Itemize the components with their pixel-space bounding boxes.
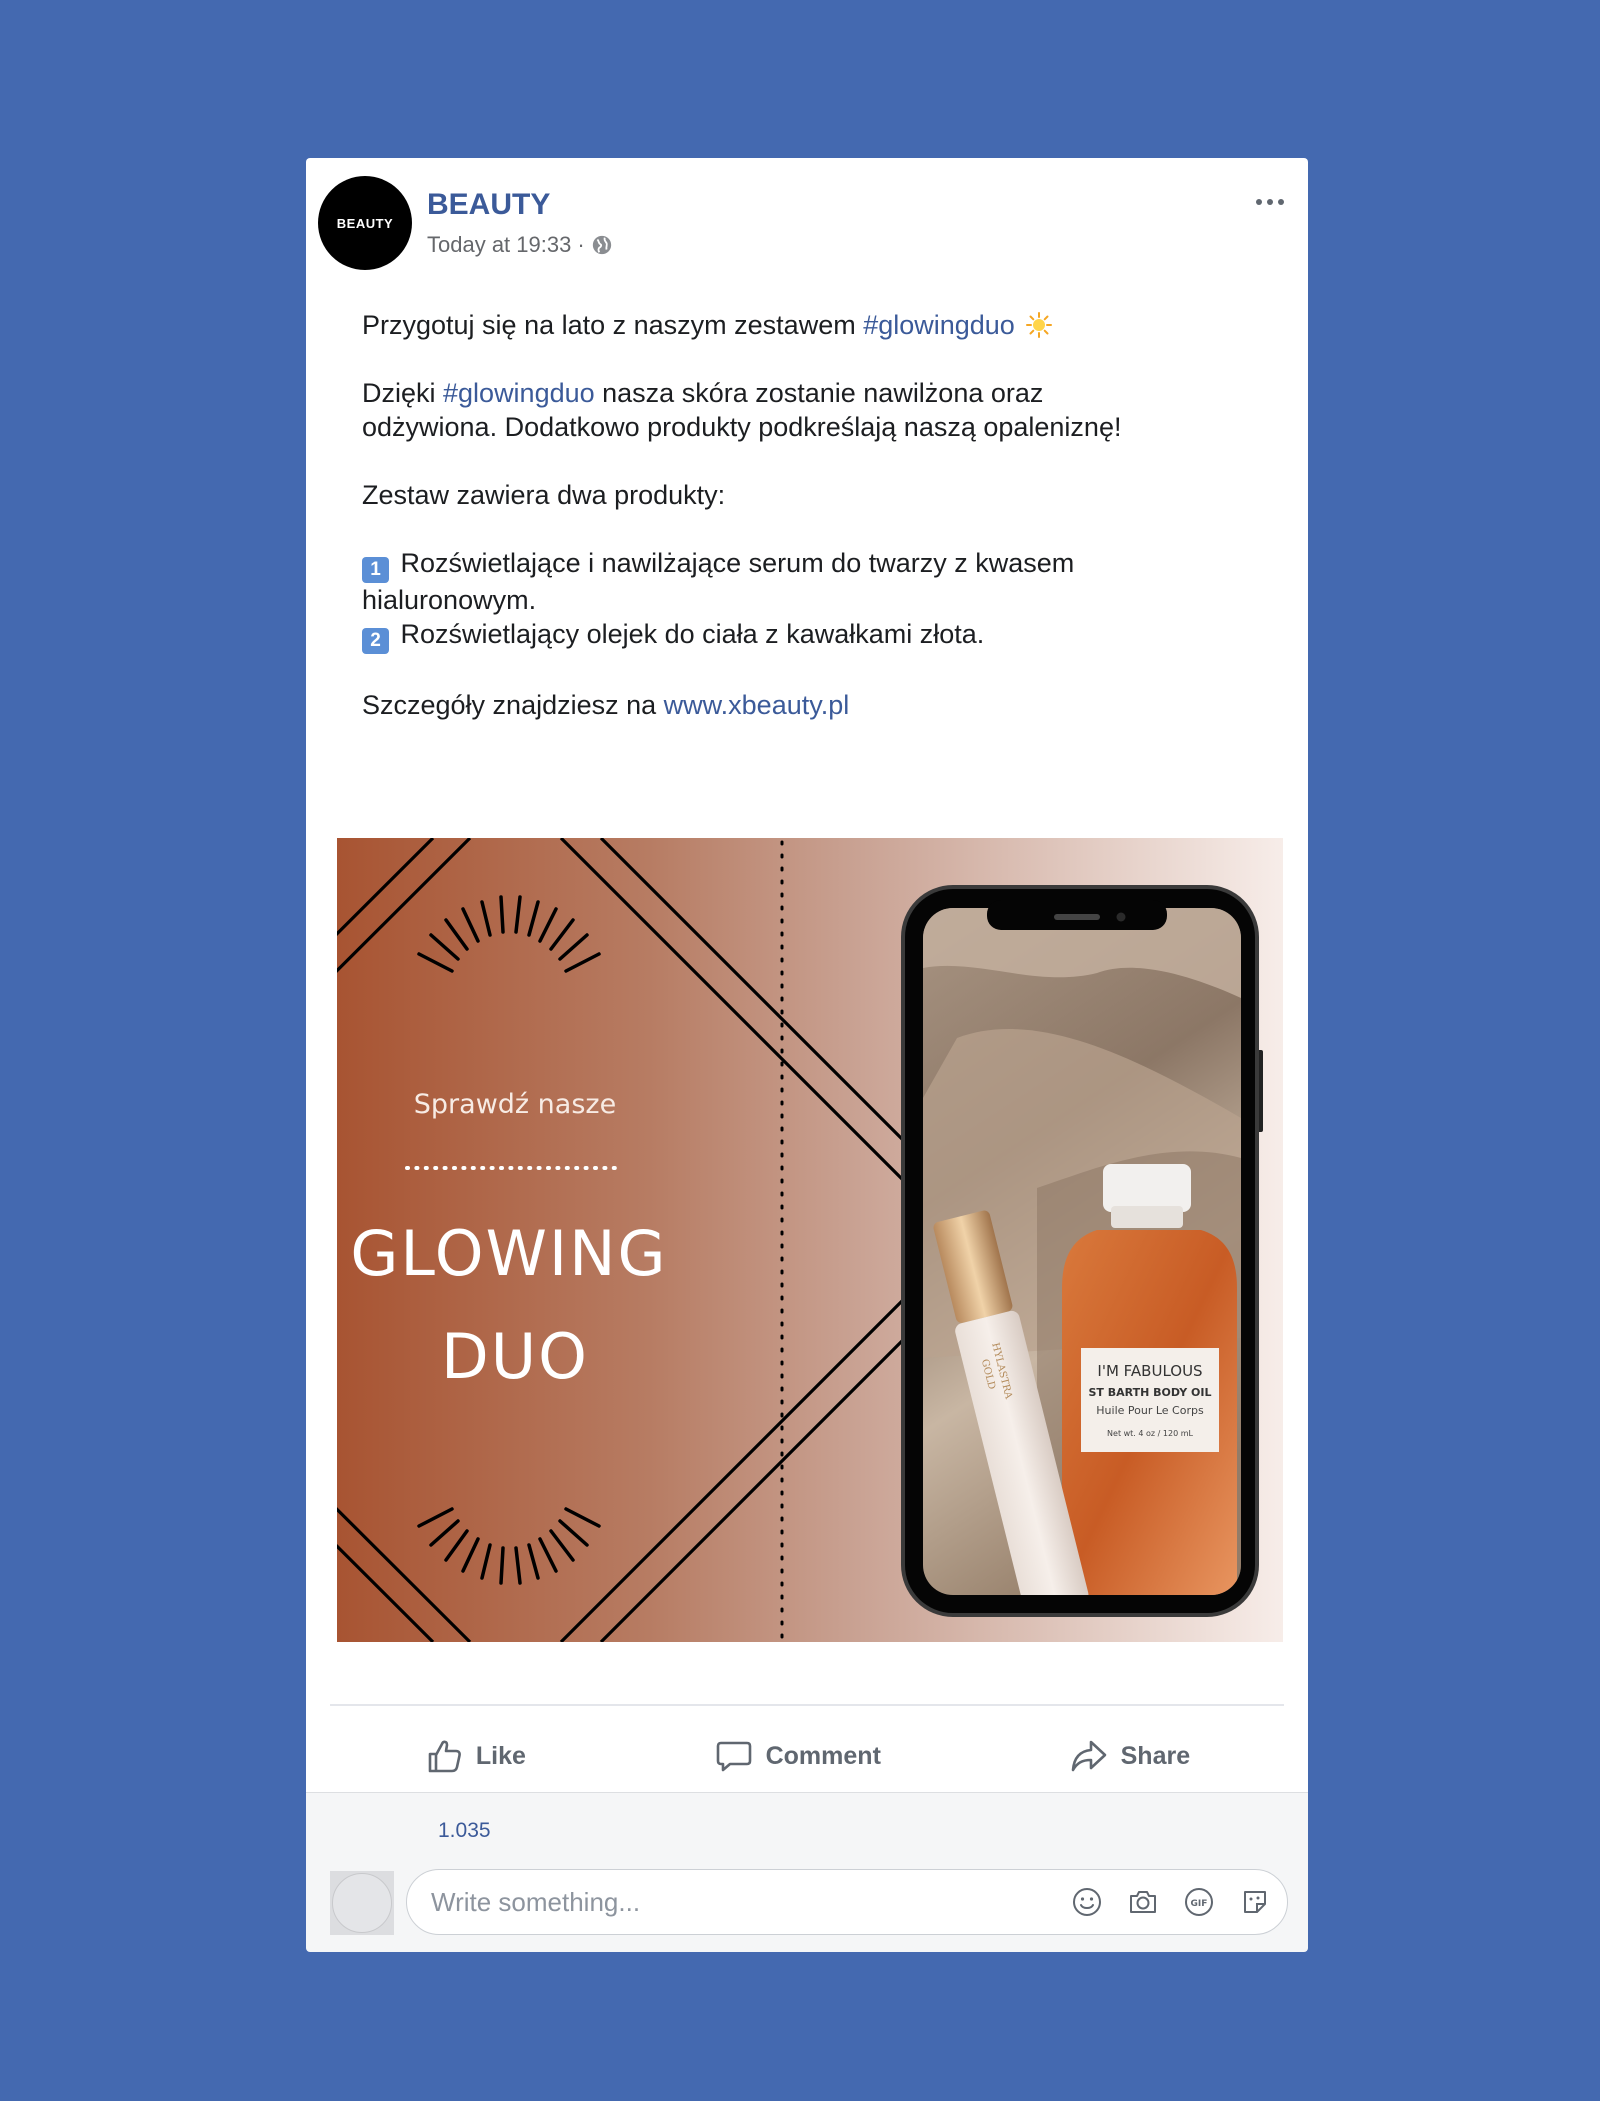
comment-input[interactable] bbox=[429, 1880, 1033, 1924]
post-meta: Today at 19:33 · bbox=[427, 232, 613, 258]
like-count[interactable]: 1.035 bbox=[438, 1819, 491, 1843]
post-paragraph-2: Dzięki #glowingduo nasza skóra zostanie … bbox=[362, 376, 1142, 444]
comment-label: Comment bbox=[765, 1741, 881, 1770]
image-subtitle: Sprawdź nasze bbox=[414, 1089, 616, 1120]
keycap-two-icon: 2 bbox=[362, 628, 389, 654]
text-span: Szczegóły znajdziesz na bbox=[362, 690, 664, 720]
post-image[interactable]: Sprawdź nasze GLOWING DUO I'M FABULOUS S… bbox=[337, 838, 1283, 1642]
list-item: Rozświetlający olejek do ciała z kawałka… bbox=[400, 619, 985, 649]
more-dot-icon bbox=[1278, 199, 1284, 205]
globe-icon[interactable] bbox=[591, 234, 613, 256]
post-card: BEAUTY BEAUTY Today at 19:33 · Przygotuj… bbox=[306, 158, 1308, 1952]
oil-label-product: ST BARTH BODY OIL bbox=[1089, 1386, 1212, 1399]
like-button[interactable]: Like bbox=[424, 1736, 526, 1776]
post-text: Przygotuj się na lato z naszym zestawem … bbox=[362, 308, 1142, 756]
meta-separator: · bbox=[577, 232, 585, 257]
oil-label-subtitle: Huile Pour Le Corps bbox=[1096, 1404, 1204, 1417]
svg-text:GIF: GIF bbox=[1191, 1899, 1208, 1909]
share-button[interactable]: Share bbox=[1069, 1736, 1190, 1776]
actions-divider bbox=[330, 1704, 1284, 1706]
post-actions-bar: Like Comment Share bbox=[330, 1718, 1284, 1794]
post-paragraph-list: 1 Rozświetlające i nawilżające serum do … bbox=[362, 546, 1142, 654]
more-dot-icon bbox=[1267, 199, 1273, 205]
page-avatar[interactable]: BEAUTY bbox=[318, 176, 412, 270]
camera-icon[interactable] bbox=[1127, 1886, 1159, 1918]
sun-emoji-icon bbox=[1026, 312, 1053, 338]
avatar-text: BEAUTY bbox=[336, 215, 394, 231]
image-title-line-2: DUO bbox=[441, 1320, 589, 1393]
text-span: Dzięki bbox=[362, 378, 444, 408]
avatar-circle bbox=[332, 1873, 392, 1933]
user-avatar bbox=[330, 1871, 394, 1935]
comment-button[interactable]: Comment bbox=[714, 1736, 881, 1776]
thumbs-up-icon bbox=[428, 1740, 461, 1773]
comment-bubble-icon bbox=[716, 1741, 751, 1772]
post-timestamp[interactable]: Today at 19:33 bbox=[427, 232, 571, 258]
text-span: Przygotuj się na lato z naszym zestawem bbox=[362, 310, 864, 340]
more-options-button[interactable] bbox=[1250, 192, 1290, 212]
comment-box[interactable]: GIF bbox=[406, 1869, 1288, 1935]
like-label: Like bbox=[475, 1741, 526, 1770]
promo-graphic: Sprawdź nasze GLOWING DUO I'M FABULOUS S… bbox=[337, 838, 1283, 1642]
more-dot-icon bbox=[1256, 199, 1262, 205]
image-title-line-1: GLOWING bbox=[350, 1217, 667, 1290]
comment-tools: GIF bbox=[1071, 1886, 1271, 1918]
emoji-icon[interactable] bbox=[1071, 1886, 1103, 1918]
hashtag-link[interactable]: #glowingduo bbox=[443, 378, 595, 408]
website-link[interactable]: www.xbeauty.pl bbox=[664, 690, 850, 720]
share-label: Share bbox=[1120, 1741, 1191, 1770]
list-item: Rozświetlające i nawilżające serum do tw… bbox=[362, 548, 1075, 615]
comments-section: 1.035 GIF bbox=[306, 1792, 1308, 1952]
post-paragraph-details: Szczegóły znajdziesz na www.xbeauty.pl bbox=[362, 688, 1142, 722]
sticker-icon[interactable] bbox=[1239, 1886, 1271, 1918]
gif-icon[interactable]: GIF bbox=[1183, 1886, 1215, 1918]
hashtag-link[interactable]: #glowingduo bbox=[863, 310, 1015, 340]
page-name-link[interactable]: BEAUTY bbox=[427, 188, 550, 222]
oil-label-volume: Net wt. 4 oz / 120 mL bbox=[1107, 1429, 1193, 1438]
post-paragraph-1: Przygotuj się na lato z naszym zestawem … bbox=[362, 308, 1142, 342]
post-paragraph-3: Zestaw zawiera dwa produkty: bbox=[362, 480, 726, 510]
phone-mockup: I'M FABULOUS ST BARTH BODY OIL Huile Pou… bbox=[901, 885, 1263, 1617]
keycap-one-icon: 1 bbox=[362, 557, 389, 583]
oil-label-brand: I'M FABULOUS bbox=[1097, 1362, 1202, 1380]
share-arrow-icon bbox=[1071, 1740, 1106, 1772]
